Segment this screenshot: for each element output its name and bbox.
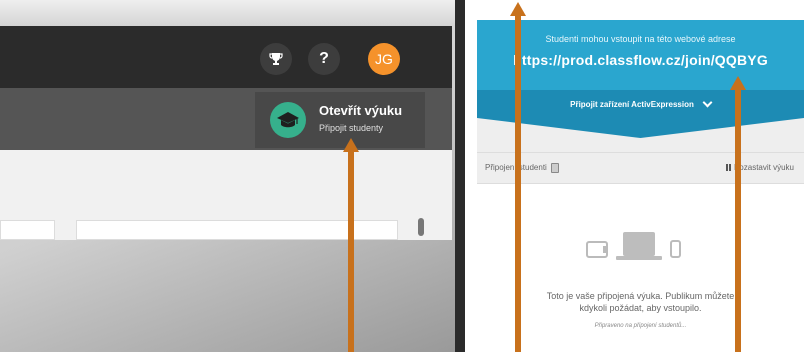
waiting-status: Připraveno na připojení studentů... [594,323,687,329]
chevron-down-icon [702,97,713,107]
trophy-button[interactable] [260,43,292,75]
avatar[interactable]: JG [368,43,400,75]
connect-device-button[interactable]: Připojit zařízení ActivExpression [477,90,804,118]
students-bar: Připojení studenti Pozastavit výuku [477,152,804,184]
scrollbar[interactable] [418,218,424,236]
open-lesson-button[interactable]: Otevřít výuku Připojit studenty [255,92,425,148]
pause-lesson-button[interactable]: Pozastavit výuku [725,163,794,172]
question-icon: ? [319,50,329,67]
join-instruction: Studenti mohou vstoupit na této webové a… [545,34,736,44]
browser-top-band [0,0,455,26]
help-button[interactable]: ? [308,43,340,75]
panel-top [477,0,804,20]
connect-device-label: Připojit zařízení ActivExpression [570,99,694,109]
trophy-icon [269,53,283,65]
connected-students-label: Připojení studenti [485,163,547,173]
panel-divider [455,0,465,352]
classflow-app: ? JG Otevřít výuku Připojit studenty [0,0,455,352]
open-lesson-subtitle: Připojit studenty [319,123,384,133]
empty-message-line: kdykoli požádat, aby vstoupilo. [579,303,702,313]
empty-message: Toto je vaše připojená výuka. Publikum m… [477,290,804,314]
content-card[interactable] [76,220,398,240]
banner-point [477,118,804,138]
join-banner: Studenti mohou vstoupit na této webové a… [477,20,804,90]
students-count-icon [551,163,560,173]
join-url[interactable]: https://prod.classflow.cz/join/QQBYG [477,52,804,68]
content-area [0,150,452,240]
app-header: ? JG [0,26,452,88]
devices-icon [586,232,681,260]
pause-lesson-label: Pozastavit výuku [733,163,794,172]
graduation-cap-icon [270,102,306,138]
connected-lesson-area: Toto je vaše připojená výuka. Publikum m… [477,184,804,352]
join-panel: Studenti mohou vstoupit na této webové a… [477,0,804,352]
avatar-initials: JG [375,51,393,67]
pause-icon [725,164,731,172]
content-card[interactable] [0,220,55,240]
connected-students[interactable]: Připojení studenti [485,163,560,173]
empty-message-line: Toto je vaše připojená výuka. Publikum m… [546,291,735,301]
panel-divider-light [465,0,477,352]
open-lesson-title: Otevřít výuku [319,103,403,118]
